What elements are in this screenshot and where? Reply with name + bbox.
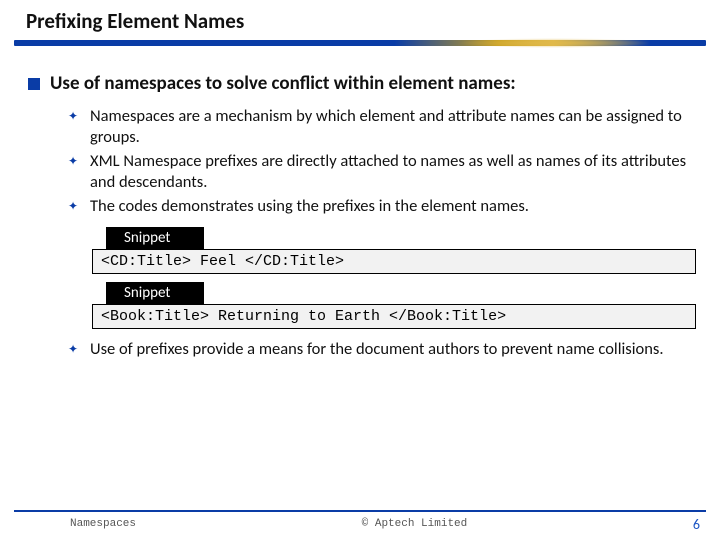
snippet-block: Snippet <CD:Title> Feel </CD:Title> [92, 227, 696, 274]
list-item: ✦ The codes demonstrates using the prefi… [68, 196, 696, 217]
footer-center: © Aptech Limited [136, 518, 693, 530]
title-bar: Prefixing Element Names [0, 0, 720, 48]
footer-left: Namespaces [70, 518, 136, 530]
snippet-block: Snippet <Book:Title> Returning to Earth … [92, 282, 696, 329]
list-item: ✦ XML Namespace prefixes are directly at… [68, 151, 696, 193]
subpoint-text: Namespaces are a mechanism by which elem… [90, 106, 696, 148]
subpoint-text: XML Namespace prefixes are directly atta… [90, 151, 696, 193]
diamond-bullet-icon: ✦ [68, 112, 78, 122]
footer: Namespaces © Aptech Limited 6 [0, 512, 720, 536]
diamond-bullet-icon: ✦ [68, 157, 78, 167]
subpoint-list: ✦ Namespaces are a mechanism by which el… [68, 106, 696, 218]
slide-title: Prefixing Element Names [26, 8, 720, 34]
list-item: ✦ Use of prefixes provide a means for th… [68, 339, 696, 360]
slide: Prefixing Element Names Use of namespace… [0, 0, 720, 540]
subpoint-text: The codes demonstrates using the prefixe… [90, 196, 529, 217]
main-point-text: Use of namespaces to solve conflict with… [50, 72, 516, 96]
diamond-bullet-icon: ✦ [68, 345, 78, 355]
snippet-label: Snippet [106, 227, 204, 249]
code-snippet: <CD:Title> Feel </CD:Title> [92, 249, 696, 274]
slide-body: Use of namespaces to solve conflict with… [0, 48, 720, 360]
code-snippet: <Book:Title> Returning to Earth </Book:T… [92, 304, 696, 329]
title-underline [14, 40, 706, 46]
page-number: 6 [693, 516, 700, 533]
diamond-bullet-icon: ✦ [68, 202, 78, 212]
list-item: ✦ Namespaces are a mechanism by which el… [68, 106, 696, 148]
snippet-label: Snippet [106, 282, 204, 304]
closing-point-text: Use of prefixes provide a means for the … [90, 339, 664, 360]
bullet-level1: Use of namespaces to solve conflict with… [28, 72, 696, 96]
closing-list: ✦ Use of prefixes provide a means for th… [68, 339, 696, 360]
square-bullet-icon [28, 78, 40, 90]
